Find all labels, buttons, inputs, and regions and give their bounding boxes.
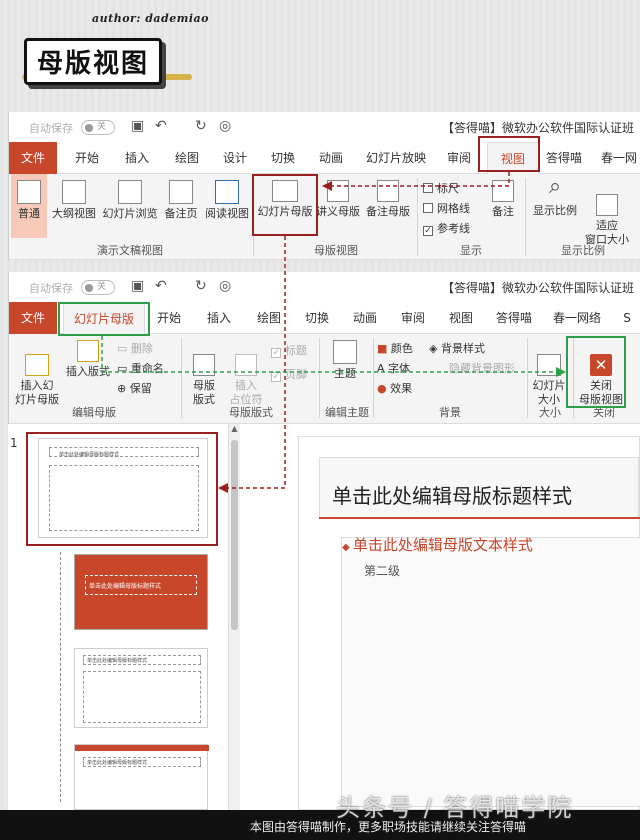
arrow-head: [556, 367, 566, 377]
footer-credit: 本图由答得喵制作，更多职场技能请继续关注答得喵: [250, 820, 527, 834]
arrow-head: [322, 181, 332, 191]
arrow-tab-to-close: [101, 336, 558, 373]
arrow-view-to-master: [330, 172, 510, 187]
annotation-arrows: [101, 172, 566, 493]
arrow-master-to-thumbnail: [226, 236, 286, 489]
arrow-head: [218, 483, 228, 493]
